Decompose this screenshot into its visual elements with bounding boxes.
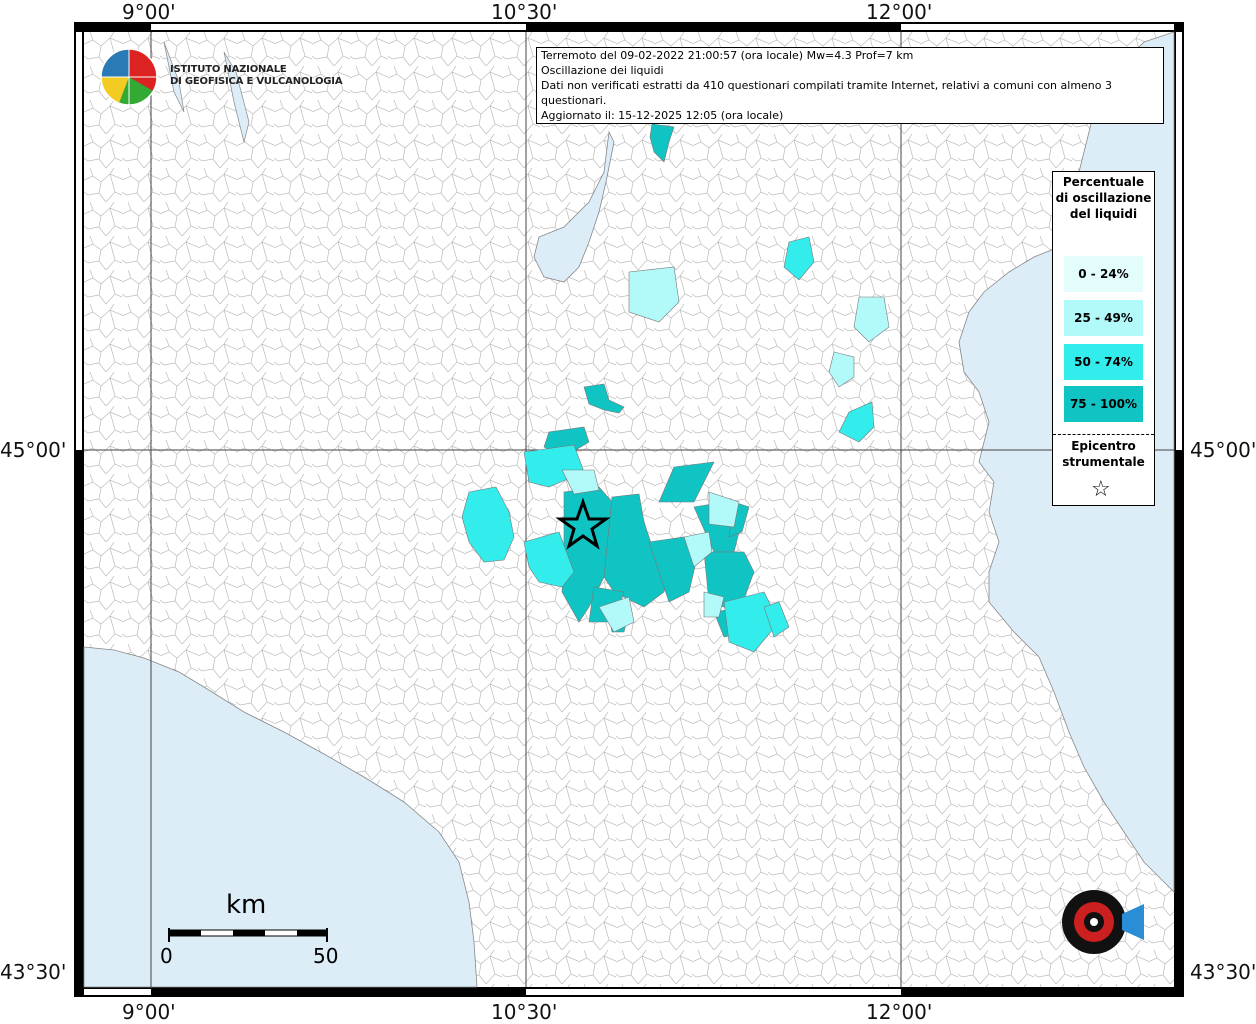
event-info-box: Terremoto del 09-02-2022 21:00:57 (ora l… [536, 47, 1164, 124]
ingv-logo-icon [100, 48, 158, 106]
legend-class-3: 75 - 100% [1064, 386, 1143, 422]
lat-label-right-2: 43°30' [1190, 960, 1256, 984]
lat-label-left-2: 43°30' [0, 960, 67, 984]
lat-label-left-1: 45°00' [0, 438, 67, 462]
map-canvas [74, 22, 1184, 997]
legend-class-1: 25 - 49% [1064, 300, 1143, 336]
lon-label-top-3: 12°00' [866, 0, 933, 24]
legend-title: Percentuale di oscillazione del liquidi [1055, 175, 1152, 221]
scale-tick-50: 50 [313, 944, 339, 968]
scale-tick-0: 0 [160, 944, 173, 968]
event-title: Terremoto del 09-02-2022 21:00:57 (ora l… [541, 49, 914, 62]
lon-label-top-2: 10°30' [491, 0, 558, 24]
legend-epicenter-label: Epicentro strumentale [1062, 439, 1145, 469]
ingv-logo-text: ISTITUTO NAZIONALE DI GEOFISICA E VULCAN… [170, 64, 343, 88]
scale-unit: km [226, 890, 267, 920]
lon-label-bottom-1: 9°00' [122, 1000, 176, 1024]
event-updated: Aggiornato il: 15-12-2025 12:05 (ora loc… [541, 109, 784, 122]
legend-class-0: 0 - 24% [1064, 256, 1143, 292]
event-subtitle: Oscillazione dei liquidi [541, 64, 664, 77]
lon-label-bottom-2: 10°30' [491, 1000, 558, 1024]
legend-epicenter-star-icon: ☆ [1091, 477, 1111, 502]
legend-separator [1053, 434, 1154, 435]
legend-class-2: 50 - 74% [1064, 344, 1143, 380]
lat-label-right-1: 45°00' [1190, 438, 1256, 462]
legend: Percentuale di oscillazione del liquidi … [1052, 171, 1155, 506]
lon-label-top-1: 9°00' [122, 0, 176, 24]
event-data-note: Dati non verificati estratti da 410 ques… [541, 79, 1113, 107]
ingv-line-2: DI GEOFISICA E VULCANOLOGIA [170, 76, 343, 87]
lon-label-bottom-3: 12°00' [866, 1000, 933, 1024]
ingv-line-1: ISTITUTO NAZIONALE [170, 64, 287, 75]
